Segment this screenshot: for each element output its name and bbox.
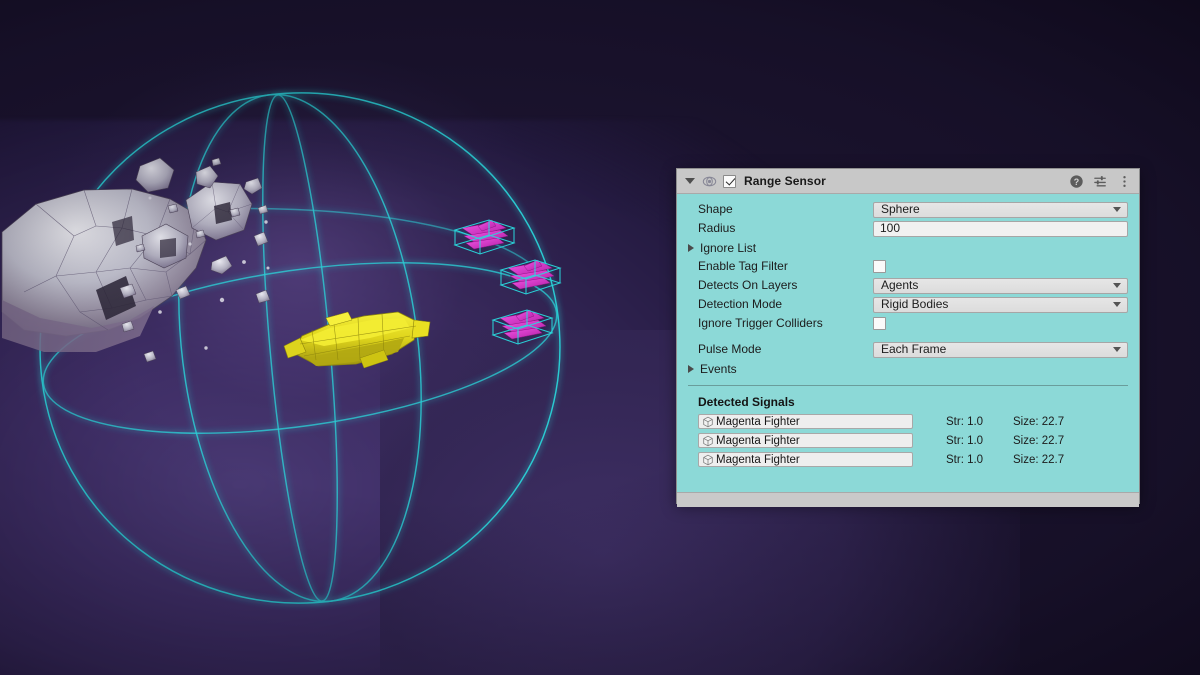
chevron-right-icon xyxy=(688,365,694,373)
label-detects-on-layers: Detects On Layers xyxy=(698,276,873,295)
gameobject-cube-icon xyxy=(702,454,714,466)
gameobject-cube-icon xyxy=(702,416,714,428)
panel-footer xyxy=(677,492,1139,507)
preset-sliders-icon[interactable] xyxy=(1093,174,1108,189)
signal-strength: Str: 1.0 xyxy=(913,454,995,466)
ignore-trigger-colliders-checkbox[interactable] xyxy=(873,317,886,330)
detects-on-layers-dropdown[interactable]: Agents xyxy=(873,278,1128,294)
chevron-right-icon xyxy=(688,244,694,252)
detects-on-layers-value: Agents xyxy=(881,278,1113,293)
radius-value: 100 xyxy=(880,221,900,236)
label-enable-tag-filter: Enable Tag Filter xyxy=(698,257,873,276)
field-row-detects-on-layers: Detects On Layers Agents xyxy=(677,276,1139,295)
component-foldout-triangle-icon[interactable] xyxy=(685,178,695,184)
signal-strength: Str: 1.0 xyxy=(913,435,995,447)
range-sensor-inspector-panel: Range Sensor ? xyxy=(676,168,1140,504)
table-row: Magenta Fighter Str: 1.0 Size: 22.7 xyxy=(677,432,1139,449)
signal-object-name: Magenta Fighter xyxy=(716,453,800,467)
pulse-mode-value: Each Frame xyxy=(881,342,1113,357)
gameobject-cube-icon xyxy=(702,435,714,447)
field-row-detection-mode: Detection Mode Rigid Bodies xyxy=(677,295,1139,314)
radius-input[interactable]: 100 xyxy=(873,221,1128,237)
sensor-icon xyxy=(702,174,717,189)
control-ignore-trigger-colliders xyxy=(873,317,1139,330)
shape-dropdown[interactable]: Sphere xyxy=(873,202,1128,218)
enable-tag-filter-checkbox[interactable] xyxy=(873,260,886,273)
signal-object-field[interactable]: Magenta Fighter xyxy=(698,433,913,448)
field-row-shape: Shape Sphere xyxy=(677,200,1139,219)
detection-mode-value: Rigid Bodies xyxy=(881,297,1113,312)
control-enable-tag-filter xyxy=(873,260,1139,273)
kebab-menu-icon[interactable] xyxy=(1117,174,1132,189)
help-icon[interactable]: ? xyxy=(1069,174,1084,189)
control-detection-mode: Rigid Bodies xyxy=(873,297,1139,313)
label-radius: Radius xyxy=(698,219,873,238)
component-body: Shape Sphere Radius 100 xyxy=(677,194,1139,507)
label-events: Events xyxy=(700,362,737,376)
signal-size: Size: 22.7 xyxy=(995,435,1064,447)
table-row: Magenta Fighter Str: 1.0 Size: 22.7 xyxy=(677,413,1139,430)
label-shape: Shape xyxy=(698,200,873,219)
control-shape: Sphere xyxy=(873,202,1139,218)
field-row-pulse-mode: Pulse Mode Each Frame xyxy=(677,340,1139,359)
field-row-enable-tag-filter: Enable Tag Filter xyxy=(677,257,1139,276)
component-enabled-checkbox[interactable] xyxy=(723,175,736,188)
chevron-down-icon xyxy=(1113,207,1121,212)
signal-object-name: Magenta Fighter xyxy=(716,434,800,448)
chevron-down-icon xyxy=(1113,302,1121,307)
pulse-mode-dropdown[interactable]: Each Frame xyxy=(873,342,1128,358)
svg-text:?: ? xyxy=(1074,176,1079,186)
foldout-events[interactable]: Events xyxy=(677,359,1139,378)
screenshot-root: Range Sensor ? xyxy=(0,0,1200,675)
component-title: Range Sensor xyxy=(744,174,826,188)
label-ignore-list: Ignore List xyxy=(700,241,756,255)
table-row: Magenta Fighter Str: 1.0 Size: 22.7 xyxy=(677,451,1139,468)
detection-mode-dropdown[interactable]: Rigid Bodies xyxy=(873,297,1128,313)
signal-object-field[interactable]: Magenta Fighter xyxy=(698,452,913,467)
signal-size: Size: 22.7 xyxy=(995,454,1064,466)
label-ignore-trigger-colliders: Ignore Trigger Colliders xyxy=(698,314,873,333)
field-row-ignore-trigger-colliders: Ignore Trigger Colliders xyxy=(677,314,1139,333)
signal-size: Size: 22.7 xyxy=(995,416,1064,428)
label-detection-mode: Detection Mode xyxy=(698,295,873,314)
field-row-radius: Radius 100 xyxy=(677,219,1139,238)
component-header[interactable]: Range Sensor ? xyxy=(677,169,1139,194)
shape-value: Sphere xyxy=(881,202,1113,217)
signal-object-field[interactable]: Magenta Fighter xyxy=(698,414,913,429)
chevron-down-icon xyxy=(1113,347,1121,352)
control-radius: 100 xyxy=(873,221,1139,237)
control-detects-on-layers: Agents xyxy=(873,278,1139,294)
control-pulse-mode: Each Frame xyxy=(873,342,1139,358)
label-pulse-mode: Pulse Mode xyxy=(698,340,873,359)
chevron-down-icon xyxy=(1113,283,1121,288)
detected-signals-heading: Detected Signals xyxy=(677,386,1139,413)
signal-strength: Str: 1.0 xyxy=(913,416,995,428)
foldout-ignore-list[interactable]: Ignore List xyxy=(677,238,1139,257)
signal-object-name: Magenta Fighter xyxy=(716,415,800,429)
